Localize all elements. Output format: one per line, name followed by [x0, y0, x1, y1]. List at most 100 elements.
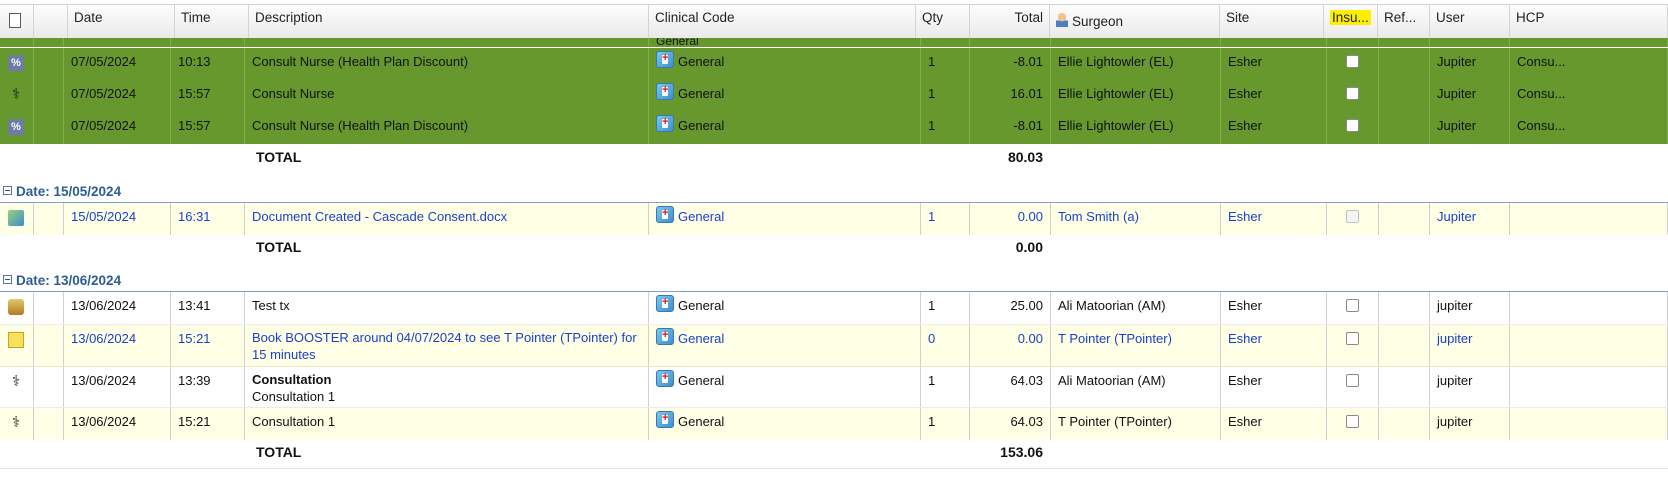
description-title: Consultation — [252, 372, 332, 387]
total-cell: 64.03 — [970, 408, 1051, 440]
table-row-partial[interactable]: General — [0, 38, 1668, 48]
qty-cell: 1 — [921, 48, 970, 80]
clinical-code-cell: General — [649, 80, 921, 112]
qty-header[interactable]: Qty — [916, 5, 970, 38]
surgeon-header[interactable]: Surgeon — [1050, 5, 1220, 38]
surgeon-cell: Ellie Lightowler (EL) — [1051, 80, 1221, 112]
insured-checkbox[interactable] — [1346, 119, 1359, 132]
group-total-row: TOTAL 80.03 — [0, 145, 1668, 173]
collapse-icon[interactable] — [3, 275, 12, 284]
table-row[interactable]: % 07/05/2024 15:57 Consult Nurse (Health… — [0, 112, 1668, 145]
table-row[interactable]: 13/06/2024 15:21 Book BOOSTER around 04/… — [0, 325, 1668, 367]
page-icon — [9, 13, 21, 28]
clinical-code-cell: General — [649, 325, 921, 366]
qty-cell: 1 — [921, 408, 970, 440]
clinical-code-label: General — [678, 209, 725, 224]
table-row[interactable]: ⚕ 13/06/2024 13:39 Consultation Consultat… — [0, 367, 1668, 408]
surgeon-icon — [1056, 13, 1068, 27]
site-cell: Esher — [1221, 80, 1327, 112]
date-cell: 13/06/2024 — [64, 325, 171, 366]
collapse-icon[interactable] — [3, 186, 12, 195]
description-cell: Consult Nurse (Health Plan Discount) — [245, 48, 649, 80]
description-cell: Consultation Consultation 1 — [245, 367, 649, 407]
qty-cell: 1 — [921, 80, 970, 112]
description-cell: Document Created - Cascade Consent.docx — [245, 203, 649, 235]
date-header[interactable]: Date — [68, 5, 175, 38]
user-cell: jupiter — [1430, 367, 1510, 407]
total-value: 0.00 — [1015, 239, 1043, 255]
site-cell: Esher — [1221, 325, 1327, 366]
site-cell: Esher — [1221, 408, 1327, 440]
date-cell: 15/05/2024 — [64, 203, 171, 235]
description-cell: Consultation 1 — [245, 408, 649, 440]
insured-header-label: Insu... — [1330, 10, 1371, 25]
clinical-code-cell: General — [649, 48, 921, 80]
insured-checkbox[interactable] — [1346, 55, 1359, 68]
site-cell: Esher — [1221, 203, 1327, 235]
hcp-cell: Consu... — [1510, 48, 1668, 80]
insured-checkbox[interactable] — [1346, 415, 1359, 428]
qty-cell: 1 — [921, 292, 970, 324]
total-cell: 16.01 — [970, 80, 1051, 112]
description-cell: Consult Nurse — [245, 80, 649, 112]
clinical-code-label: General — [678, 86, 725, 101]
clinical-code-icon — [656, 51, 674, 68]
user-cell: Jupiter — [1430, 112, 1510, 144]
insured-checkbox[interactable] — [1346, 374, 1359, 387]
date-group-header[interactable]: Date: 15/05/2024 — [0, 178, 1668, 203]
table-row[interactable]: ⚕ 07/05/2024 15:57 Consult Nurse General… — [0, 80, 1668, 113]
ref-header[interactable]: Ref... — [1378, 5, 1430, 38]
table-row[interactable]: ⚕ 13/06/2024 15:21 Consultation 1 Genera… — [0, 408, 1668, 441]
time-cell: 16:31 — [171, 203, 245, 235]
clinical-code-header[interactable]: Clinical Code — [649, 5, 916, 38]
database-icon — [8, 299, 24, 315]
surgeon-cell: Ali Matoorian (AM) — [1051, 367, 1221, 407]
insured-checkbox[interactable] — [1346, 87, 1359, 100]
clinical-code-icon — [656, 328, 674, 345]
date-cell: 07/05/2024 — [64, 48, 171, 80]
clinical-code-label: General — [678, 118, 725, 133]
total-cell: 64.03 — [970, 367, 1051, 407]
surgeon-cell: Ali Matoorian (AM) — [1051, 292, 1221, 324]
table-row[interactable]: 15/05/2024 16:31 Document Created - Casc… — [0, 203, 1668, 236]
surgeon-header-label: Surgeon — [1072, 14, 1124, 29]
percent-icon: % — [8, 119, 24, 135]
clinical-code-icon — [656, 83, 674, 100]
clinical-code-cell: General — [649, 367, 921, 407]
user-cell: jupiter — [1430, 325, 1510, 366]
table-row[interactable]: 13/06/2024 13:41 Test tx General 1 25.00… — [0, 292, 1668, 325]
time-cell: 15:57 — [171, 112, 245, 144]
site-cell: Esher — [1221, 112, 1327, 144]
page-header-cell[interactable] — [0, 5, 34, 38]
clinical-code-label: General — [678, 373, 725, 388]
insured-checkbox[interactable] — [1346, 299, 1359, 312]
date-cell: 13/06/2024 — [64, 367, 171, 407]
clinical-code-label: General — [678, 298, 725, 313]
note-icon — [8, 332, 24, 348]
total-value: 153.06 — [1000, 444, 1043, 460]
total-header[interactable]: Total — [970, 5, 1050, 38]
site-cell: Esher — [1221, 292, 1327, 324]
clinical-code-cell: General — [649, 408, 921, 440]
time-header[interactable]: Time — [175, 5, 249, 38]
site-header[interactable]: Site — [1220, 5, 1324, 38]
site-cell: Esher — [1221, 367, 1327, 407]
description-cell: Test tx — [245, 292, 649, 324]
insured-header[interactable]: Insu... — [1324, 5, 1378, 38]
table-row[interactable]: % 07/05/2024 10:13 Consult Nurse (Health… — [0, 48, 1668, 81]
site-cell: Esher — [1221, 48, 1327, 80]
description-header[interactable]: Description — [249, 5, 649, 38]
date-group-label: Date: 13/06/2024 — [16, 273, 122, 288]
clinical-code-cell: General — [649, 203, 921, 235]
user-cell: Jupiter — [1430, 80, 1510, 112]
time-cell: 15:21 — [171, 408, 245, 440]
insured-checkbox[interactable] — [1346, 332, 1359, 345]
hcp-header[interactable]: HCP — [1510, 5, 1668, 38]
user-header[interactable]: User — [1430, 5, 1510, 38]
qty-cell: 0 — [921, 325, 970, 366]
time-cell: 13:41 — [171, 292, 245, 324]
blank-header-cell[interactable] — [34, 5, 68, 38]
total-cell: -8.01 — [970, 112, 1051, 144]
date-group-header[interactable]: Date: 13/06/2024 — [0, 267, 1668, 292]
clinical-code-cell: General — [649, 112, 921, 144]
